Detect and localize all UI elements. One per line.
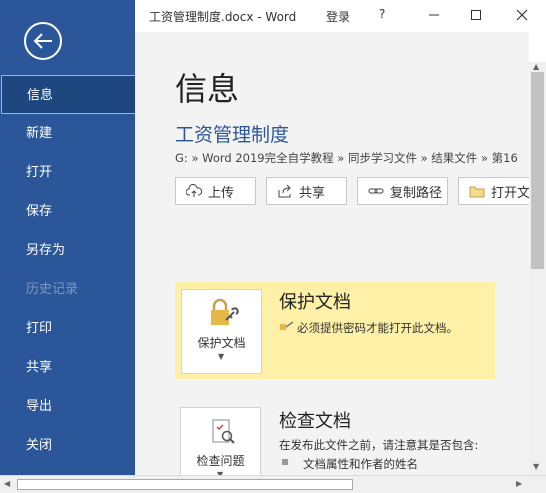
vertical-scrollbar[interactable]: ▲ ▼ — [529, 62, 546, 475]
document-name: 工资管理制度 — [175, 124, 290, 146]
nav-item-save-as[interactable]: 另存为 — [0, 231, 135, 270]
open-location-button[interactable]: 打开文 — [458, 177, 529, 205]
horizontal-scrollbar[interactable]: ◀ ▶ — [0, 475, 546, 493]
nav-item-print[interactable]: 打印 — [0, 309, 135, 348]
chevron-down-icon: ▼ — [218, 352, 225, 361]
inspect-icon — [212, 419, 235, 444]
inspect-description: 在发布此文件之前，请注意其是否包含: — [279, 438, 479, 452]
back-button[interactable] — [24, 22, 62, 60]
cloud-upload-icon — [186, 184, 202, 197]
nav-item-close[interactable]: 关闭 — [0, 426, 135, 465]
nav-item-new[interactable]: 新建 — [0, 114, 135, 153]
page-title: 信息 — [175, 70, 240, 108]
folder-icon — [469, 186, 485, 198]
horizontal-scroll-thumb[interactable] — [17, 479, 353, 490]
lock-key-icon — [211, 298, 239, 325]
protect-document-section: 保护文档 ▼ 保护文档 必须提供密码才能打开此文档。 — [175, 282, 495, 379]
upload-button[interactable]: 上传 — [175, 177, 256, 205]
inspect-title: 检查文档 — [279, 411, 351, 432]
share-icon — [278, 184, 291, 198]
inspect-bullet: 文档属性和作者的姓名 — [303, 457, 418, 471]
breadcrumb: G: » Word 2019完全自学教程 » 同步学习文件 » 结果文件 » 第… — [175, 151, 518, 165]
copy-path-button[interactable]: 复制路径 — [357, 177, 448, 205]
scroll-up-icon[interactable]: ▲ — [533, 62, 539, 71]
scroll-left-icon[interactable]: ◀ — [4, 479, 10, 488]
backstage-sidebar: 信息 新建 打开 保存 另存为 历史记录 打印 共享 导出 关闭 — [0, 0, 135, 475]
nav-item-info[interactable]: 信息 — [1, 75, 135, 114]
maximize-icon[interactable] — [469, 8, 483, 22]
minimize-icon[interactable] — [427, 8, 441, 22]
key-icon — [280, 321, 294, 330]
copy-path-label: 复制路径 — [390, 185, 443, 201]
arrow-left-icon — [33, 33, 52, 49]
protect-card-label: 保护文档 — [197, 336, 246, 350]
login-link[interactable]: 登录 — [326, 8, 350, 25]
nav-item-export[interactable]: 导出 — [0, 387, 135, 426]
open-location-label: 打开文 — [491, 185, 529, 201]
link-icon — [368, 188, 384, 194]
share-button[interactable]: 共享 — [266, 177, 347, 205]
help-button[interactable]: ? — [379, 7, 385, 21]
protect-document-button[interactable]: 保护文档 ▼ — [181, 289, 262, 374]
check-issues-button[interactable]: 检查问题 ▼ — [180, 407, 261, 475]
scroll-down-icon[interactable]: ▼ — [533, 462, 539, 471]
upload-label: 上传 — [208, 185, 235, 201]
window-title: 工资管理制度.docx - Word — [149, 10, 297, 24]
close-icon[interactable] — [515, 8, 529, 22]
protect-title: 保护文档 — [279, 292, 351, 313]
title-bar: 工资管理制度.docx - Word 登录 ? — [135, 0, 546, 32]
info-pane: 信息 工资管理制度 G: » Word 2019完全自学教程 » 同步学习文件 … — [135, 32, 529, 475]
scroll-right-icon[interactable]: ▶ — [516, 479, 522, 488]
nav-item-share[interactable]: 共享 — [0, 348, 135, 387]
nav-item-save[interactable]: 保存 — [0, 192, 135, 231]
bullet-icon — [282, 459, 288, 465]
vertical-scroll-thumb[interactable] — [531, 72, 544, 269]
backstage-nav: 信息 新建 打开 保存 另存为 历史记录 打印 共享 导出 关闭 — [0, 75, 135, 465]
share-label: 共享 — [299, 185, 326, 201]
nav-item-history: 历史记录 — [26, 282, 79, 297]
protect-description: 必须提供密码才能打开此文档。 — [297, 321, 458, 335]
nav-item-open[interactable]: 打开 — [0, 153, 135, 192]
check-issues-label: 检查问题 — [196, 454, 245, 468]
inspect-document-section: 检查问题 ▼ 检查文档 在发布此文件之前，请注意其是否包含: 文档属性和作者的姓… — [175, 402, 495, 475]
